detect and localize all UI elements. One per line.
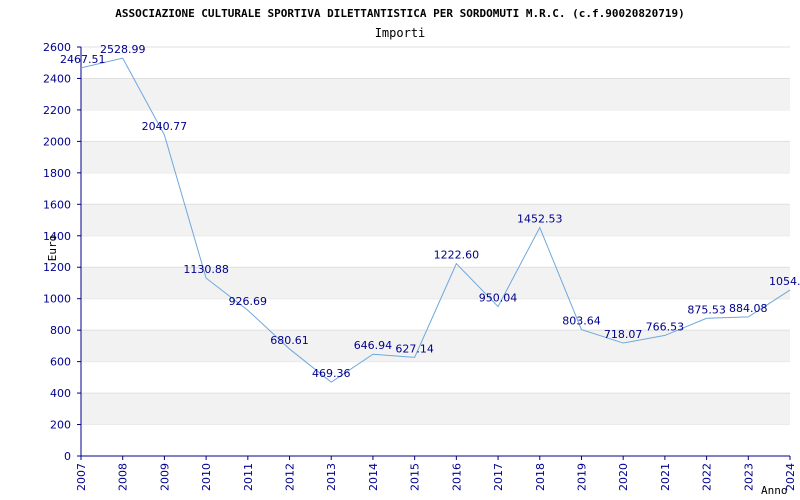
- data-label: 680.61: [270, 334, 309, 347]
- data-label: 1452.53: [517, 213, 563, 226]
- data-label: 2467.51: [60, 53, 106, 66]
- y-tick-label: 1000: [43, 293, 71, 306]
- y-tick-label: 2400: [43, 72, 71, 85]
- x-tick-label: 2014: [367, 463, 380, 491]
- data-label: 469.36: [312, 367, 351, 380]
- x-tick-label: 2019: [575, 463, 588, 491]
- x-axis-label: Anno: [761, 484, 788, 497]
- y-tick-label: 1600: [43, 198, 71, 211]
- data-label: 1054.9: [769, 275, 800, 288]
- y-tick-label: 600: [50, 356, 71, 369]
- chart-title: ASSOCIAZIONE CULTURALE SPORTIVA DILETTAN…: [115, 7, 685, 20]
- y-axis-label: Euro: [46, 235, 59, 262]
- data-label: 884.08: [729, 302, 768, 315]
- grid-band: [81, 204, 790, 236]
- data-label: 1222.60: [434, 249, 480, 262]
- x-tick-label: 2018: [534, 463, 547, 491]
- y-tick-label: 2000: [43, 135, 71, 148]
- line-chart: ASSOCIAZIONE CULTURALE SPORTIVA DILETTAN…: [43, 7, 800, 497]
- x-tick-label: 2012: [284, 463, 297, 491]
- y-tick-label: 1200: [43, 261, 71, 274]
- x-tick-label: 2010: [200, 463, 213, 491]
- data-label: 766.53: [646, 320, 685, 333]
- x-tick-label: 2020: [617, 463, 630, 491]
- grid-band: [81, 330, 790, 362]
- grid-band: [81, 78, 790, 110]
- x-tick-label: 2021: [659, 463, 672, 491]
- x-tick-label: 2017: [492, 463, 505, 491]
- chart-subtitle: Importi: [375, 26, 426, 40]
- data-label: 2040.77: [142, 120, 188, 133]
- data-label: 875.53: [687, 303, 726, 316]
- data-label: 646.94: [354, 339, 393, 352]
- x-tick-label: 2011: [242, 463, 255, 491]
- grid-band: [81, 393, 790, 425]
- x-tick-label: 2015: [409, 463, 422, 491]
- x-tick-label: 2008: [117, 463, 130, 491]
- data-label: 718.07: [604, 328, 643, 341]
- data-label: 950.04: [479, 292, 518, 305]
- x-tick-label: 2009: [158, 463, 171, 491]
- y-tick-label: 200: [50, 419, 71, 432]
- data-label: 803.64: [562, 315, 601, 328]
- x-tick-label: 2023: [742, 463, 755, 491]
- y-tick-label: 2200: [43, 104, 71, 117]
- data-label: 2528.99: [100, 43, 146, 56]
- y-tick-label: 400: [50, 387, 71, 400]
- y-tick-label: 800: [50, 324, 71, 337]
- y-tick-label: 0: [64, 450, 71, 463]
- x-tick-label: 2016: [450, 463, 463, 491]
- data-label: 926.69: [229, 295, 268, 308]
- y-tick-label: 1800: [43, 167, 71, 180]
- data-label: 627.14: [395, 342, 434, 355]
- x-tick-label: 2007: [75, 463, 88, 491]
- data-label: 1130.88: [183, 263, 229, 276]
- x-tick-label: 2022: [701, 463, 714, 491]
- grid-band: [81, 141, 790, 173]
- x-tick-label: 2013: [325, 463, 338, 491]
